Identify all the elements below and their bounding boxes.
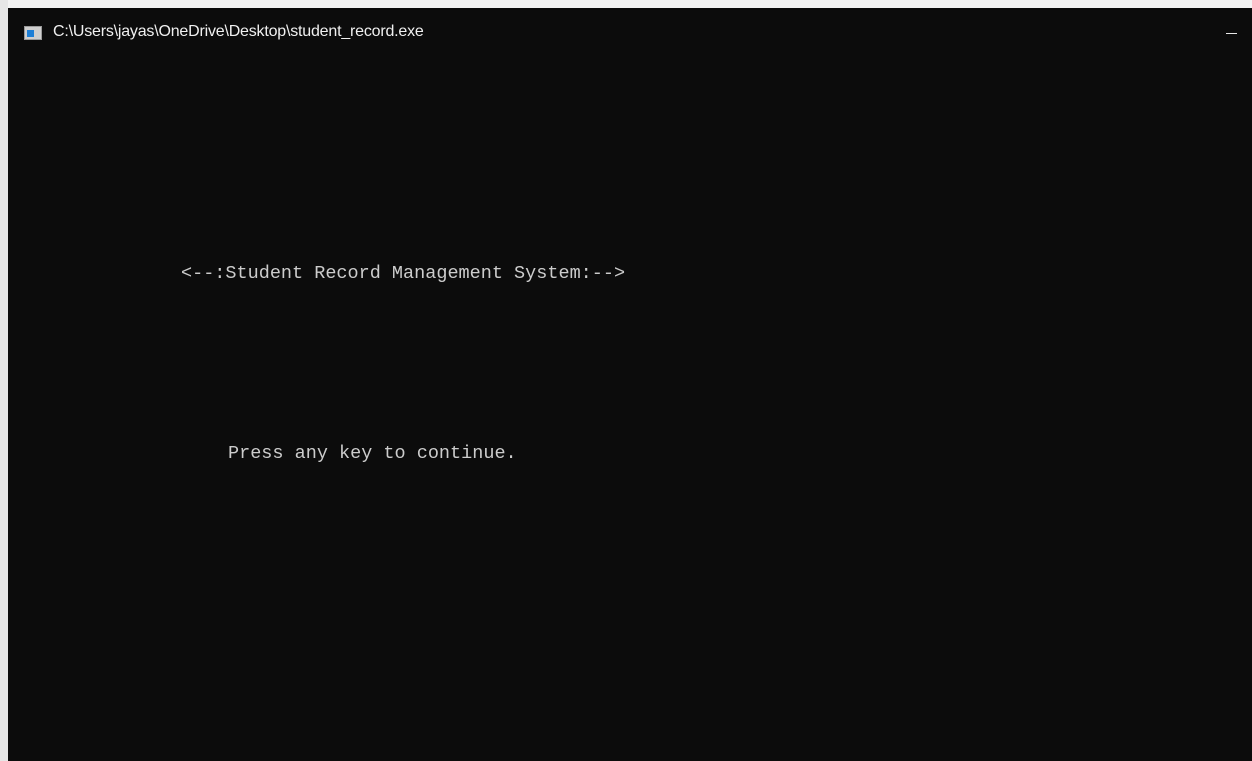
background-desktop-edge bbox=[0, 0, 8, 761]
console-window[interactable]: C:\Users\jayas\OneDrive\Desktop\student_… bbox=[8, 8, 1252, 761]
console-output-area[interactable]: <--:Student Record Management System:-->… bbox=[8, 60, 1252, 761]
title-bar[interactable]: C:\Users\jayas\OneDrive\Desktop\student_… bbox=[8, 8, 1252, 60]
minimize-button[interactable] bbox=[1206, 8, 1252, 60]
console-heading-text: <--:Student Record Management System:--> bbox=[181, 263, 626, 284]
console-app-icon bbox=[24, 26, 42, 40]
console-prompt-text: Press any key to continue. bbox=[228, 443, 517, 464]
window-title: C:\Users\jayas\OneDrive\Desktop\student_… bbox=[53, 23, 424, 40]
